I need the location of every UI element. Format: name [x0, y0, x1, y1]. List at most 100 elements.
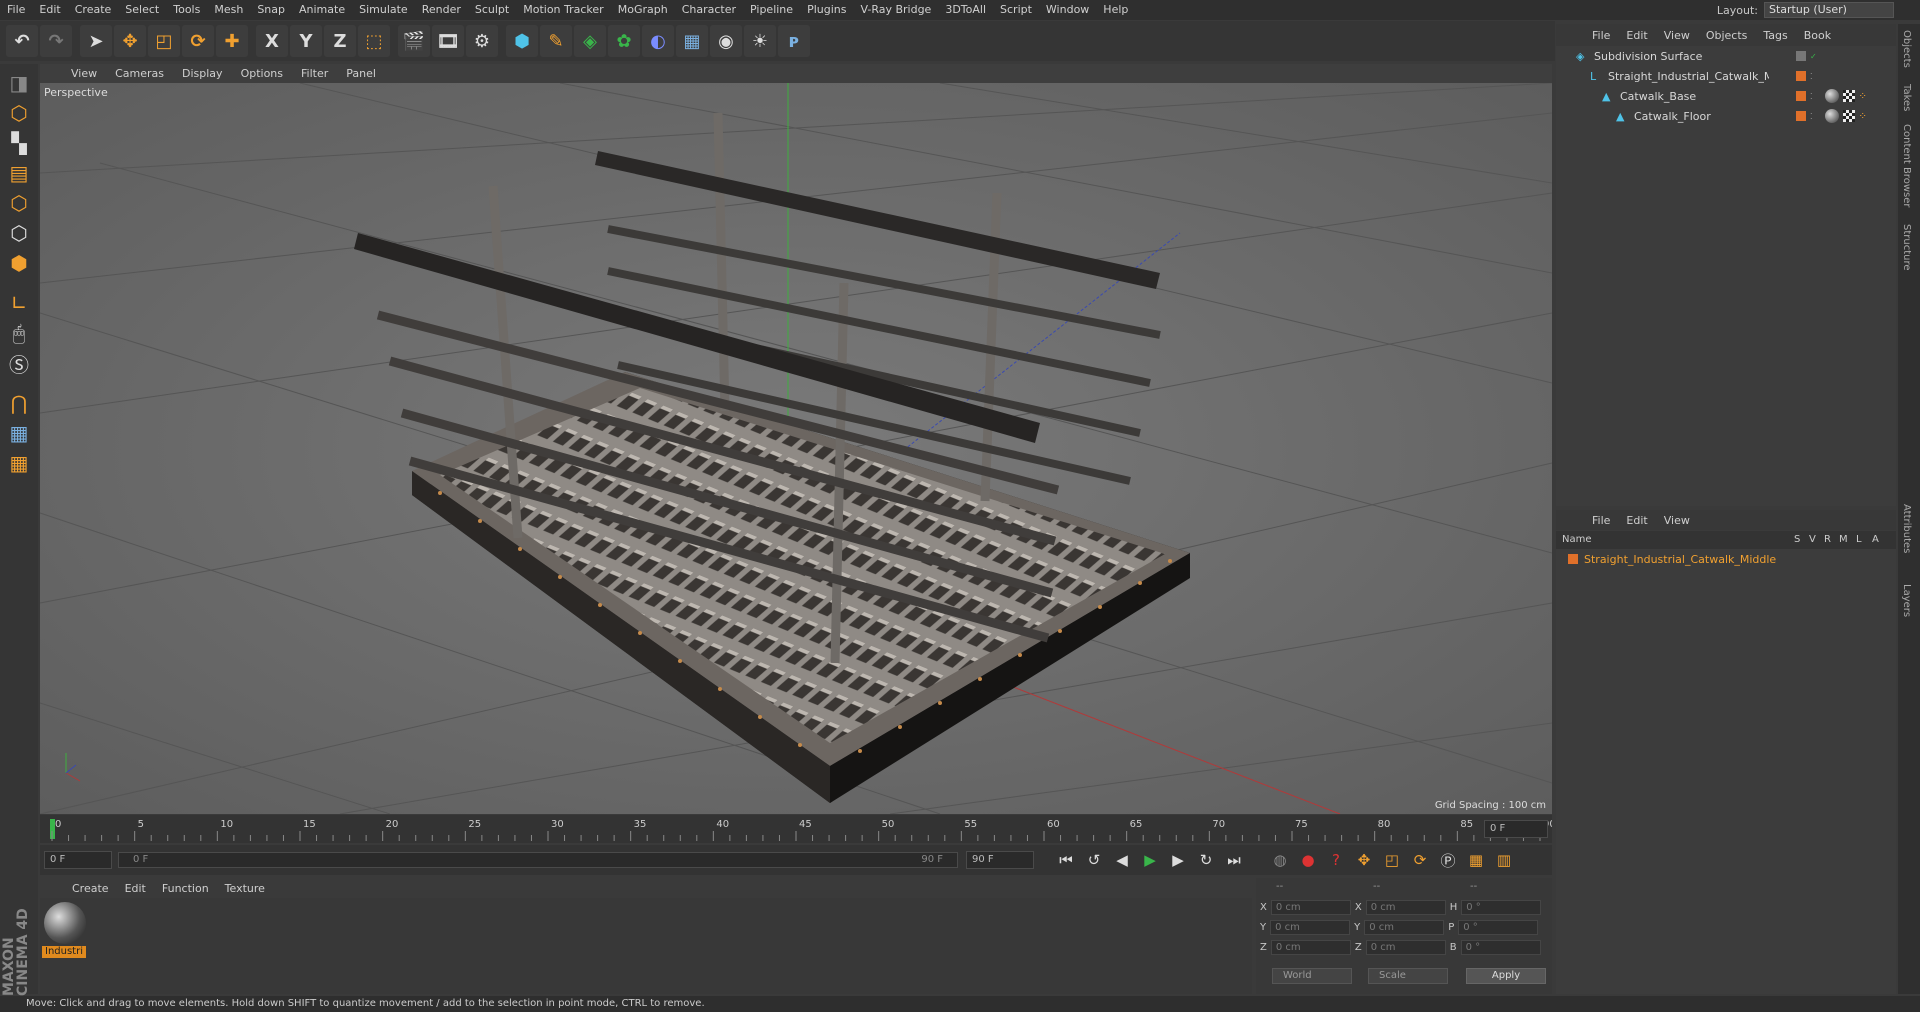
- side-tab-layers[interactable]: Layers: [1901, 584, 1912, 617]
- material-name[interactable]: Industri: [42, 946, 86, 958]
- render-view-button[interactable]: 🎬: [398, 25, 430, 57]
- coord-rot-field[interactable]: 0 °: [1461, 900, 1542, 915]
- model-mode-button[interactable]: ◨: [4, 68, 34, 98]
- move-key-button[interactable]: ✥: [1352, 848, 1376, 872]
- menu-sculpt[interactable]: Sculpt: [468, 0, 516, 20]
- viewport-perspective[interactable]: Perspective Grid Spacing : 100 cm ✥ ↕ ⟲ …: [40, 83, 1552, 814]
- coord-rot-field[interactable]: 0 °: [1458, 920, 1539, 935]
- layer-menu-view[interactable]: View: [1656, 514, 1698, 527]
- material-menu-function[interactable]: Function: [154, 882, 217, 895]
- y-axis-button[interactable]: Y: [290, 25, 322, 57]
- frame-range-slider[interactable]: 0 F 90 F: [118, 852, 958, 868]
- start-frame-field[interactable]: 0 F: [44, 851, 112, 869]
- current-frame-field[interactable]: 0 F: [1484, 820, 1548, 838]
- subdivision-button[interactable]: ◈: [574, 25, 606, 57]
- menu-help[interactable]: Help: [1096, 0, 1135, 20]
- timeline-ruler[interactable]: 051015202530354045505560657075808590 0 F: [40, 815, 1556, 843]
- viewport-menu-cameras[interactable]: Cameras: [106, 67, 173, 80]
- menu-pipeline[interactable]: Pipeline: [743, 0, 800, 20]
- object-menu-objects[interactable]: Objects: [1698, 29, 1756, 42]
- coordinate-system-button[interactable]: ⬚: [358, 25, 390, 57]
- cloner-button[interactable]: ✿: [608, 25, 640, 57]
- step-forward-button[interactable]: ▶: [1166, 848, 1190, 872]
- phong-tag-icon[interactable]: ⁘: [1859, 91, 1867, 102]
- menu-mesh[interactable]: Mesh: [207, 0, 250, 20]
- coord-scale-dropdown[interactable]: Scale: [1368, 968, 1448, 984]
- render-settings-button[interactable]: ⚙: [466, 25, 498, 57]
- texture-mode-button[interactable]: ▚: [4, 128, 34, 158]
- goto-start-button[interactable]: ⏮: [1054, 848, 1078, 872]
- material-menu-texture[interactable]: Texture: [217, 882, 273, 895]
- viewport-menu-panel[interactable]: Panel: [337, 67, 385, 80]
- z-axis-button[interactable]: Z: [324, 25, 356, 57]
- menu-select[interactable]: Select: [118, 0, 166, 20]
- layer-column-m[interactable]: M: [1839, 534, 1848, 545]
- apply-button[interactable]: Apply: [1466, 968, 1546, 984]
- phong-tag-icon[interactable]: ⁘: [1859, 111, 1867, 122]
- layer-color-tag[interactable]: [1796, 111, 1806, 121]
- render-picture-viewer-button[interactable]: 🎞: [432, 25, 464, 57]
- menu-window[interactable]: Window: [1039, 0, 1096, 20]
- material-menu-create[interactable]: Create: [64, 882, 117, 895]
- visibility-dots[interactable]: ⁚: [1810, 92, 1813, 101]
- menu-snap[interactable]: Snap: [250, 0, 292, 20]
- tweak-button[interactable]: 🖱: [4, 318, 34, 348]
- object-name[interactable]: Straight_Industrial_Catwalk_Middle: [1608, 70, 1769, 83]
- cube-button[interactable]: ⬢: [506, 25, 538, 57]
- object-mode-button[interactable]: ⬡: [4, 98, 34, 128]
- object-name[interactable]: Catwalk_Floor: [1634, 110, 1769, 123]
- menu-animate[interactable]: Animate: [292, 0, 352, 20]
- polygons-mode-button[interactable]: ⬢: [4, 248, 34, 278]
- layer-color-tag[interactable]: [1796, 91, 1806, 101]
- object-row[interactable]: ▲ Catwalk_Floor ⁚ ⁘: [1556, 106, 1896, 126]
- coord-mode-dropdown[interactable]: World: [1272, 968, 1352, 984]
- coord-size-field[interactable]: 0 cm: [1365, 900, 1446, 915]
- menu-tools[interactable]: Tools: [166, 0, 207, 20]
- object-row[interactable]: L Straight_Industrial_Catwalk_Middle ⁚: [1556, 66, 1896, 86]
- layer-color-tag[interactable]: [1796, 51, 1806, 61]
- layer-color-swatch[interactable]: [1568, 554, 1578, 564]
- add-button[interactable]: ✚: [216, 25, 248, 57]
- object-name[interactable]: Catwalk_Base: [1620, 90, 1769, 103]
- viewport-menu-display[interactable]: Display: [173, 67, 232, 80]
- deformer-button[interactable]: ◐: [642, 25, 674, 57]
- object-menu-file[interactable]: File: [1584, 29, 1618, 42]
- material-preview[interactable]: [44, 902, 86, 944]
- menu-plugins[interactable]: Plugins: [800, 0, 853, 20]
- menu-v-ray-bridge[interactable]: V-Ray Bridge: [853, 0, 938, 20]
- menu-file[interactable]: File: [0, 0, 32, 20]
- scale-key-button[interactable]: ◰: [1380, 848, 1404, 872]
- axis-mode-button[interactable]: ∟: [4, 288, 34, 318]
- layer-column-s[interactable]: S: [1794, 534, 1800, 545]
- next-key-button[interactable]: ↻: [1194, 848, 1218, 872]
- grid-snap-button[interactable]: ▦: [4, 448, 34, 478]
- floor-button[interactable]: ▦: [676, 25, 708, 57]
- menu-mograph[interactable]: MoGraph: [611, 0, 675, 20]
- layer-menu-edit[interactable]: Edit: [1618, 514, 1655, 527]
- scale-button[interactable]: ◰: [148, 25, 180, 57]
- layer-column-a[interactable]: A: [1872, 534, 1879, 545]
- object-menu-tags[interactable]: Tags: [1755, 29, 1795, 42]
- menu-3dtoall[interactable]: 3DToAll: [938, 0, 993, 20]
- prev-key-button[interactable]: ↺: [1082, 848, 1106, 872]
- record-button[interactable]: ●: [1296, 848, 1320, 872]
- motion-record-button[interactable]: ◍: [1268, 848, 1292, 872]
- visibility-dots[interactable]: ⁚: [1810, 112, 1813, 121]
- menu-script[interactable]: Script: [993, 0, 1039, 20]
- viewport-menu-options[interactable]: Options: [232, 67, 292, 80]
- visibility-dots[interactable]: ✓: [1810, 52, 1817, 61]
- side-tab-attributes[interactable]: Attributes: [1901, 504, 1912, 553]
- menu-edit[interactable]: Edit: [32, 0, 67, 20]
- rotate-button[interactable]: ⟳: [182, 25, 214, 57]
- object-menu-view[interactable]: View: [1656, 29, 1698, 42]
- edges-mode-button[interactable]: ⬡: [4, 218, 34, 248]
- side-tab-objects[interactable]: Objects: [1901, 30, 1912, 68]
- rotate-key-button[interactable]: ⟳: [1408, 848, 1432, 872]
- layer-name[interactable]: Straight_Industrial_Catwalk_Middle: [1584, 553, 1776, 566]
- pla-key-button[interactable]: ▦: [1464, 848, 1488, 872]
- pen-button[interactable]: ✎: [540, 25, 572, 57]
- object-row[interactable]: ◈ Subdivision Surface ✓: [1556, 46, 1896, 66]
- end-frame-field[interactable]: 90 F: [966, 851, 1034, 869]
- camera-button[interactable]: ◉: [710, 25, 742, 57]
- side-tab-takes[interactable]: Takes: [1901, 84, 1912, 111]
